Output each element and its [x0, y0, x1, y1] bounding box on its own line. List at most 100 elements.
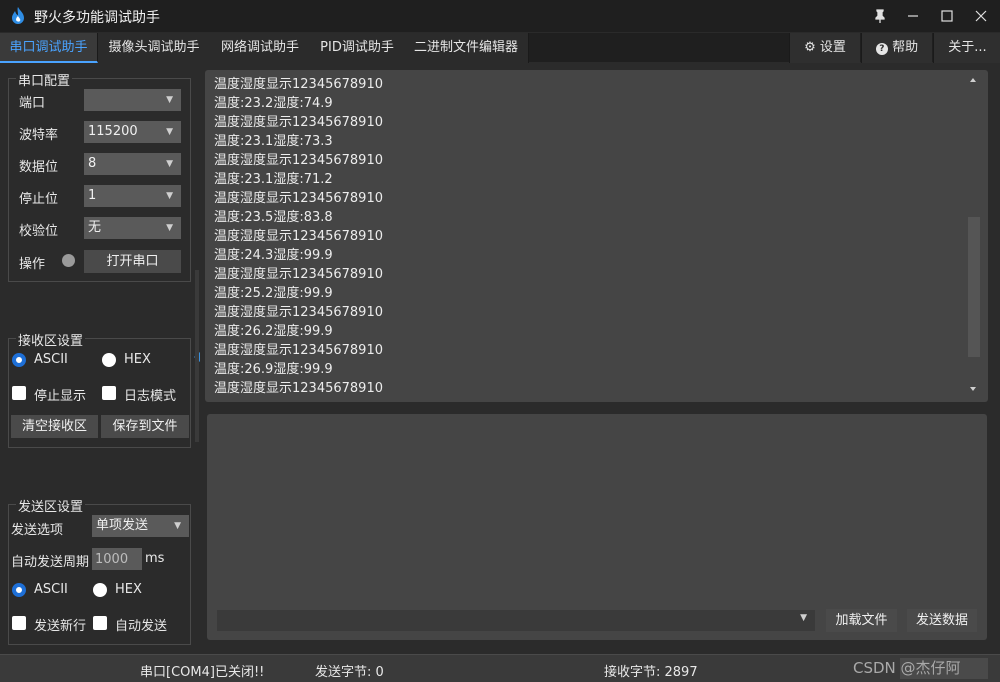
- title-bar: 野火多功能调试助手: [0, 0, 1000, 32]
- receive-line: 温度:23.1湿度:71.2: [214, 172, 333, 187]
- databits-label: 数据位: [19, 160, 59, 175]
- tab-pid[interactable]: PID调试助手: [310, 33, 405, 63]
- receive-textarea[interactable]: 温度湿度显示12345678910 温度:23.2湿度:74.9 温度湿度显示1…: [205, 70, 988, 402]
- window-title: 野火多功能调试助手: [34, 10, 160, 26]
- chevron-down-icon: ▼: [166, 95, 173, 105]
- clear-receive-button[interactable]: 清空接收区: [11, 415, 98, 438]
- app-flame-logo-icon: [12, 7, 24, 24]
- help-button[interactable]: ? 帮助: [861, 33, 932, 63]
- receive-line: 温度湿度显示12345678910: [214, 77, 383, 92]
- receive-line: 温度湿度显示12345678910: [214, 305, 383, 320]
- stop-display-label: 停止显示: [34, 389, 87, 404]
- sent-bytes-text: 发送字节: 0: [315, 665, 384, 680]
- send-ascii-radio[interactable]: [12, 583, 26, 597]
- help-label: 帮助: [892, 40, 919, 55]
- log-mode-label: 日志模式: [124, 389, 177, 404]
- load-file-button[interactable]: 加载文件: [826, 609, 897, 632]
- scrollbar-thumb[interactable]: [968, 217, 980, 357]
- send-ascii-label: ASCII: [34, 582, 68, 597]
- stopbits-select[interactable]: 1 ▼: [84, 185, 181, 207]
- chevron-down-icon: ▼: [174, 521, 181, 531]
- auto-period-label: 自动发送周期: [11, 555, 90, 570]
- maximize-button[interactable]: [930, 0, 964, 32]
- receive-line: 温度:26.9湿度:99.9: [214, 362, 333, 377]
- recv-hex-radio[interactable]: [102, 353, 116, 367]
- baud-value: 115200: [88, 124, 138, 139]
- scroll-up-icon[interactable]: [970, 78, 976, 82]
- send-newline-label: 发送新行: [34, 619, 87, 634]
- stop-display-checkbox[interactable]: [12, 386, 26, 400]
- connection-status-indicator: [62, 254, 75, 267]
- receive-line: 温度:24.3湿度:99.9: [214, 248, 333, 263]
- send-option-value: 单项发送: [96, 518, 149, 533]
- period-unit-label: ms: [145, 551, 165, 566]
- port-label: 端口: [19, 96, 46, 111]
- chevron-down-icon: ▼: [166, 223, 173, 233]
- receive-line: 温度:23.1湿度:73.3: [214, 134, 333, 149]
- send-history-select[interactable]: ▼: [217, 610, 815, 631]
- send-settings-title: 发送区设置: [16, 496, 86, 515]
- received-bytes-text: 接收字节: 2897: [604, 665, 698, 680]
- pin-icon[interactable]: [863, 0, 897, 32]
- open-port-button[interactable]: 打开串口: [84, 250, 181, 273]
- help-circle-icon: ?: [875, 43, 888, 55]
- gear-icon: ⚙: [804, 40, 816, 55]
- save-to-file-button[interactable]: 保存到文件: [101, 415, 189, 438]
- about-button[interactable]: 关于...: [933, 33, 1000, 63]
- receive-line: 温度:25.2湿度:99.9: [214, 286, 333, 301]
- baud-label: 波特率: [19, 128, 59, 143]
- chevron-down-icon: ▼: [166, 127, 173, 137]
- minimize-button[interactable]: [896, 0, 930, 32]
- chevron-down-icon: ▼: [800, 613, 807, 623]
- chevron-down-icon: ▼: [166, 159, 173, 169]
- close-button[interactable]: [964, 0, 998, 32]
- port-status-text: 串口[COM4]已关闭!!: [140, 665, 265, 680]
- auto-send-label: 自动发送: [115, 619, 168, 634]
- serial-config-title: 串口配置: [16, 70, 73, 89]
- tab-bar: 串口调试助手 摄像头调试助手 网络调试助手 PID调试助手 二进制文件编辑器 ⚙…: [0, 32, 1000, 63]
- parity-select[interactable]: 无 ▼: [84, 217, 181, 239]
- tab-serial[interactable]: 串口调试助手: [0, 33, 98, 63]
- receive-line: 温度湿度显示12345678910: [214, 229, 383, 244]
- settings-button[interactable]: ⚙ 设置: [789, 33, 860, 63]
- status-bar: 串口[COM4]已关闭!! 发送字节: 0 接收字节: 2897 CSDN @杰…: [0, 654, 1000, 682]
- scroll-down-icon[interactable]: [970, 387, 976, 391]
- port-select[interactable]: ▼: [84, 89, 181, 111]
- receive-line: 温度湿度显示12345678910: [214, 115, 383, 130]
- receive-scrollbar[interactable]: [965, 70, 983, 402]
- parity-label: 校验位: [19, 224, 59, 239]
- recv-hex-label: HEX: [124, 352, 151, 367]
- watermark-text: CSDN @杰仔阿: [853, 659, 961, 677]
- baud-select[interactable]: 115200 ▼: [84, 121, 181, 143]
- stopbits-value: 1: [88, 188, 97, 203]
- parity-value: 无: [88, 220, 102, 235]
- send-hex-label: HEX: [115, 582, 142, 597]
- auto-period-input[interactable]: [92, 548, 142, 570]
- recv-ascii-label: ASCII: [34, 352, 68, 367]
- recv-ascii-radio[interactable]: [12, 353, 26, 367]
- send-textarea[interactable]: [207, 414, 987, 640]
- send-data-button[interactable]: 发送数据: [907, 609, 977, 632]
- tab-camera[interactable]: 摄像头调试助手: [98, 33, 211, 63]
- stopbits-label: 停止位: [19, 192, 59, 207]
- tab-network[interactable]: 网络调试助手: [210, 33, 311, 63]
- receive-line: 温度湿度显示12345678910: [214, 153, 383, 168]
- settings-label: 设置: [819, 40, 846, 55]
- send-newline-checkbox[interactable]: [12, 616, 26, 630]
- tab-binary-editor[interactable]: 二进制文件编辑器: [404, 33, 529, 63]
- receive-line: 温度:23.2湿度:74.9: [214, 96, 333, 111]
- log-mode-checkbox[interactable]: [102, 386, 116, 400]
- receive-line: 温度:26.2湿度:99.9: [214, 324, 333, 339]
- send-hex-radio[interactable]: [93, 583, 107, 597]
- operation-label: 操作: [19, 257, 46, 272]
- send-option-select[interactable]: 单项发送 ▼: [92, 515, 189, 537]
- receive-line: 温度湿度显示12345678910: [214, 191, 383, 206]
- send-option-label: 发送选项: [11, 523, 64, 538]
- auto-send-checkbox[interactable]: [93, 616, 107, 630]
- receive-line: 温度湿度显示12345678910: [214, 381, 383, 396]
- receive-line: 温度湿度显示12345678910: [214, 267, 383, 282]
- databits-value: 8: [88, 156, 97, 171]
- left-panel-scrollbar[interactable]: [195, 270, 199, 442]
- chevron-down-icon: ▼: [166, 191, 173, 201]
- databits-select[interactable]: 8 ▼: [84, 153, 181, 175]
